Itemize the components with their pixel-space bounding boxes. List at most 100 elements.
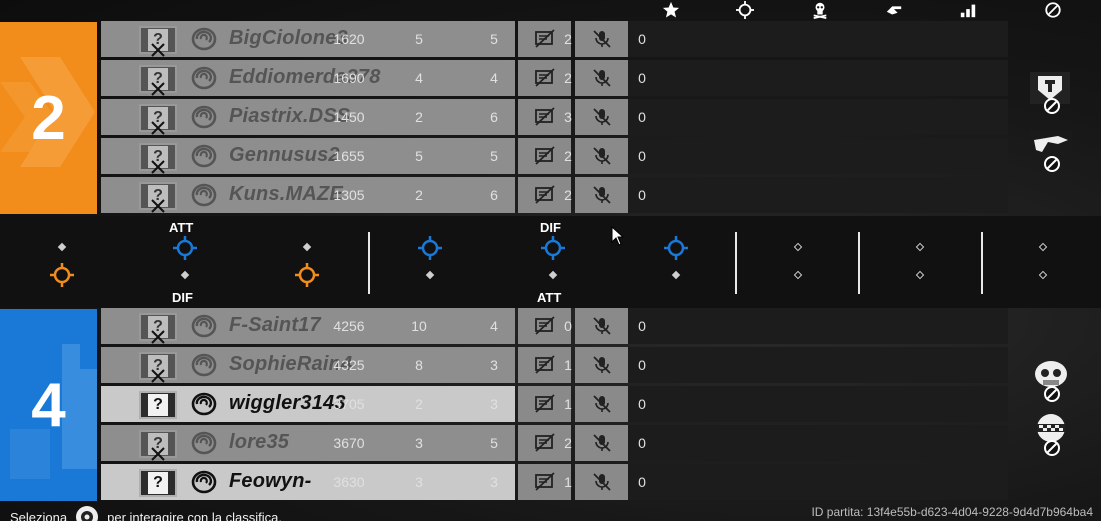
team-blue-score-block: 4 [0, 309, 97, 501]
round-history: ATT DIF DIF ATT [0, 216, 1101, 308]
round-label-att-bottom: ATT [537, 290, 562, 305]
stat-ping: 0 [638, 357, 646, 373]
stat-deaths: 3 [490, 357, 498, 373]
stat-score: 3630 [333, 474, 365, 490]
player-name-cell[interactable]: ? SophieRain4 [101, 347, 515, 383]
stat-deaths: 4 [490, 70, 498, 86]
stat-score: 1690 [333, 70, 365, 86]
stat-assists: 2 [564, 435, 572, 451]
player-stats: 1655 5 5 2 0 [333, 138, 1008, 174]
stat-ping: 0 [638, 187, 646, 203]
assists-column-header [879, 0, 909, 20]
crossed-out-icon [151, 369, 165, 383]
player-name-cell[interactable]: ? Feowyn- [101, 464, 515, 500]
stat-ping: 0 [638, 31, 646, 47]
stat-assists: 1 [564, 396, 572, 412]
round-marker [57, 242, 67, 252]
player-row[interactable]: ? Gennusus2 1655 5 5 2 0 [101, 138, 1008, 174]
player-row[interactable]: ? lore35 3670 3 5 2 0 [101, 425, 1008, 461]
player-row[interactable]: ? SophieRain4 4325 8 3 1 0 [101, 347, 1008, 383]
player-name-cell[interactable]: ? Piastrix.DSS [101, 99, 515, 135]
stat-score: 3705 [333, 396, 365, 412]
player-row[interactable]: ? Feowyn- 3630 3 3 1 0 [101, 464, 1008, 500]
player-name-cell[interactable]: ? Kuns.MAZE [101, 177, 515, 213]
stat-deaths: 6 [490, 109, 498, 125]
stat-kills: 5 [415, 31, 423, 47]
stat-ping: 0 [638, 396, 646, 412]
stat-kills: 10 [411, 318, 427, 334]
banned-operator-gun-icon [1030, 130, 1072, 172]
mute-microphone-icon [592, 317, 611, 335]
player-row[interactable]: ? Eddiomerda378 1690 4 4 2 0 [101, 60, 1008, 96]
ubisoft-logo-icon [191, 144, 217, 168]
ubisoft-logo-icon [191, 183, 217, 207]
banned-operator-shield-icon [1030, 72, 1070, 114]
player-name-cell[interactable]: ? Gennusus2 [101, 138, 515, 174]
player-name-cell[interactable]: ? wiggler3143 [101, 386, 515, 422]
round-marker [302, 242, 312, 252]
player-name-cell[interactable]: ? lore35 [101, 425, 515, 461]
player-name-cell[interactable]: ? BigCiolone3 [101, 21, 515, 57]
match-id: ID partita: 13f4e55b-d623-4d04-9228-9d4d… [811, 505, 1093, 519]
banned-operator-checker-icon [1037, 414, 1065, 456]
player-stats: 4256 10 4 0 0 [333, 308, 1008, 344]
round-win-blue-icon [541, 236, 565, 260]
mute-microphone-icon [592, 434, 611, 452]
stat-assists: 3 [564, 109, 572, 125]
stat-ping: 0 [638, 109, 646, 125]
round-marker [425, 270, 435, 280]
footer-select-text: Seleziona [10, 509, 68, 521]
stat-assists: 2 [564, 187, 572, 203]
round-marker-empty [915, 242, 925, 252]
round-separator [368, 232, 370, 294]
footer-hint: Seleziona per interagire con la classifi… [10, 505, 282, 521]
mute-microphone-icon [592, 356, 611, 374]
stat-ping: 0 [638, 435, 646, 451]
round-marker-empty [1038, 242, 1048, 252]
mute-microphone-icon [592, 186, 611, 204]
mute-microphone-icon [592, 30, 611, 48]
stat-kills: 3 [415, 474, 423, 490]
ubisoft-logo-icon [191, 431, 217, 455]
ubisoft-logo-icon [191, 353, 217, 377]
player-stats: 3630 3 3 1 0 [333, 464, 1008, 500]
ubisoft-logo-icon [191, 27, 217, 51]
stat-score: 1620 [333, 31, 365, 47]
ping-icon [960, 4, 976, 18]
ubisoft-logo-icon [191, 392, 217, 416]
round-separator [858, 232, 860, 294]
player-row[interactable]: ? BigCiolone3 1620 5 5 2 0 [101, 21, 1008, 57]
player-name-cell[interactable]: ? F-Saint17 [101, 308, 515, 344]
stat-deaths: 3 [490, 474, 498, 490]
stat-assists: 1 [564, 357, 572, 373]
stat-score: 1305 [333, 187, 365, 203]
unknown-operator-icon: ? [148, 394, 168, 416]
stat-score: 1450 [333, 109, 365, 125]
player-name-cell[interactable]: ? Eddiomerda378 [101, 60, 515, 96]
crossed-out-icon [151, 43, 165, 57]
stat-kills: 8 [415, 357, 423, 373]
round-label-dif-top: DIF [540, 220, 561, 235]
mute-microphone-icon [592, 395, 611, 413]
team-blue-score: 4 [31, 370, 66, 440]
player-row[interactable]: ? Piastrix.DSS 1450 2 6 3 0 [101, 99, 1008, 135]
ubisoft-logo-icon [191, 105, 217, 129]
player-avatar: ? [139, 469, 177, 497]
player-row[interactable]: ? F-Saint17 4256 10 4 0 0 [101, 308, 1008, 344]
skull-icon [813, 2, 827, 19]
round-label-att-top: ATT [169, 220, 194, 235]
stat-ping: 0 [638, 474, 646, 490]
stat-deaths: 5 [490, 435, 498, 451]
stat-score: 1655 [333, 148, 365, 164]
stat-deaths: 3 [490, 396, 498, 412]
team-orange-score-block: 2 [0, 22, 97, 214]
round-win-blue-icon [664, 236, 688, 260]
stat-kills: 2 [415, 187, 423, 203]
crossed-out-icon [151, 121, 165, 135]
round-separator [981, 232, 983, 294]
player-row[interactable]: ? wiggler3143 3705 2 3 1 0 [101, 386, 1008, 422]
banned-operator-skull-icon [1035, 361, 1067, 402]
stat-deaths: 4 [490, 318, 498, 334]
player-row[interactable]: ? Kuns.MAZE 1305 2 6 2 0 [101, 177, 1008, 213]
stat-assists: 2 [564, 148, 572, 164]
